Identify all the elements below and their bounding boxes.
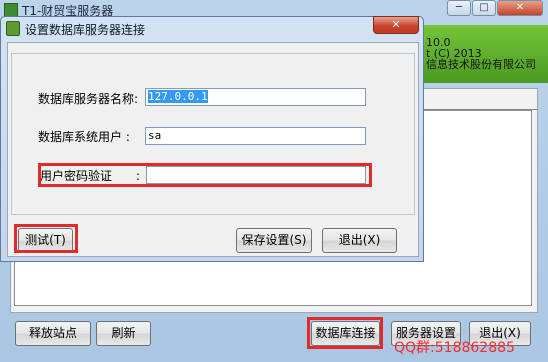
dialog-exit-button[interactable]: 退出(X) xyxy=(322,228,397,253)
server-name-input[interactable]: 127.0.0.1 xyxy=(145,88,366,106)
refresh-button[interactable]: 刷新 xyxy=(96,321,151,346)
qq-group-watermark: QQ群:518862885 xyxy=(394,340,515,356)
highlight-box-db-connect xyxy=(307,317,383,349)
dialog-app-icon xyxy=(6,21,20,36)
maximize-button[interactable]: □ xyxy=(472,0,496,16)
system-user-label: 数据库系统用户 : xyxy=(38,130,130,144)
main-close-button[interactable]: ✕ xyxy=(497,0,543,16)
server-name-label: 数据库服务器名称: xyxy=(38,92,139,106)
release-site-button[interactable]: 释放站点 xyxy=(15,321,91,346)
dialog-close-button[interactable]: ✕ xyxy=(373,16,419,34)
save-settings-button[interactable]: 保存设置(S) xyxy=(236,228,312,253)
product-banner: 10.0 t (C) 2013 信息技术股份有限公司 xyxy=(410,25,548,83)
highlight-box-test xyxy=(14,224,78,253)
highlight-box-password xyxy=(38,163,372,187)
server-name-value: 127.0.0.1 xyxy=(148,90,208,103)
system-user-input[interactable]: sa xyxy=(145,127,366,145)
dialog-title: 设置数据库服务器连接 xyxy=(25,23,146,37)
tab-strip xyxy=(410,96,538,110)
app-icon xyxy=(4,3,18,17)
minimize-button[interactable]: ─ xyxy=(447,0,471,16)
company-text: 信息技术股份有限公司 xyxy=(426,58,536,71)
